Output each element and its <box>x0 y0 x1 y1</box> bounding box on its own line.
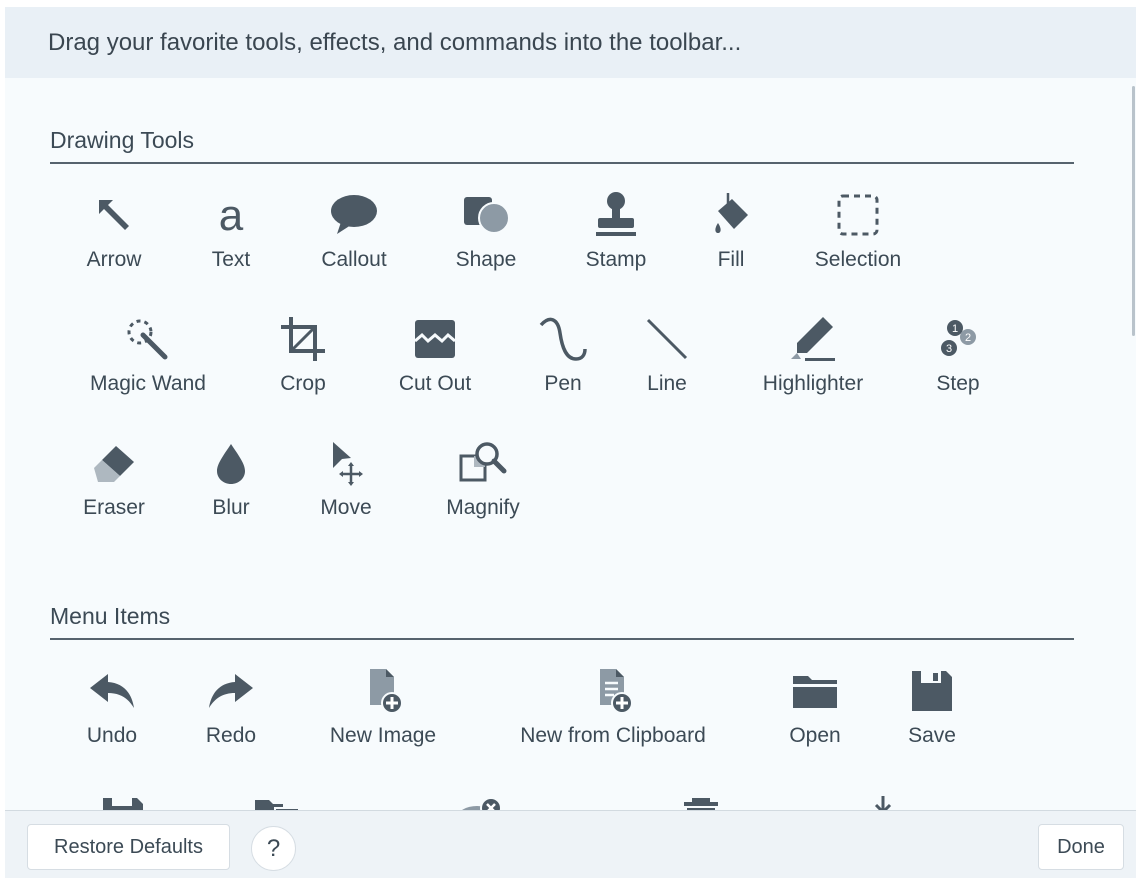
selection-icon <box>830 190 886 240</box>
tool-magic-wand[interactable]: Magic Wand <box>68 314 228 414</box>
svg-text:1: 1 <box>952 323 958 335</box>
section-title-menu-items: Menu Items <box>50 603 171 629</box>
new-from-clipboard-icon <box>585 666 641 716</box>
tool-selection[interactable]: Selection <box>778 190 938 290</box>
menu-item-new-from-clipboard[interactable]: New from Clipboard <box>520 666 706 766</box>
trash-icon[interactable] <box>678 788 734 810</box>
done-button[interactable]: Done <box>1038 824 1124 870</box>
crop-icon <box>275 314 331 364</box>
arrow-icon <box>86 190 142 240</box>
header-instructions: Drag your favorite tools, effects, and c… <box>48 29 742 56</box>
menu-item-redo[interactable]: Redo <box>151 666 311 766</box>
menu-item-label: Redo <box>205 724 257 747</box>
menu-item-new-image[interactable]: New Image <box>303 666 463 766</box>
dialog-header: Drag your favorite tools, effects, and c… <box>5 7 1136 78</box>
menu-item-save[interactable]: Save <box>852 666 1012 766</box>
tool-move[interactable]: Move <box>266 438 426 538</box>
highlighter-icon <box>785 314 841 364</box>
tool-highlighter[interactable]: Highlighter <box>733 314 893 414</box>
line-icon <box>639 314 695 364</box>
tool-step[interactable]: 1 2 3 Step <box>878 314 1038 414</box>
shape-icon <box>458 190 514 240</box>
delete-cloud-icon[interactable] <box>455 788 511 810</box>
tool-label: Magnify <box>446 496 520 519</box>
section-divider <box>50 162 1074 164</box>
folder-copy-icon[interactable] <box>253 788 309 810</box>
undo-icon <box>84 666 140 716</box>
callout-icon <box>326 190 382 240</box>
tool-label: Line <box>647 372 687 395</box>
dialog-footer: Restore Defaults ? Done <box>5 810 1136 878</box>
blur-icon <box>203 438 259 488</box>
tool-label: Step <box>936 372 980 395</box>
tool-label: Magic Wand <box>90 372 206 395</box>
tool-label: Move <box>320 496 372 519</box>
pen-icon <box>535 314 591 364</box>
menu-item-label: New from Clipboard <box>520 724 706 747</box>
magnify-icon <box>455 438 511 488</box>
magic-wand-icon <box>120 314 176 364</box>
new-image-icon <box>355 666 411 716</box>
download-icon[interactable] <box>860 788 916 810</box>
help-button[interactable]: ? <box>251 826 296 871</box>
svg-text:a: a <box>219 192 244 238</box>
tool-label: Selection <box>814 248 902 271</box>
restore-defaults-button[interactable]: Restore Defaults <box>27 824 230 870</box>
tool-label: Highlighter <box>762 372 864 395</box>
step-icon: 1 2 3 <box>930 314 986 364</box>
save-icon <box>904 666 960 716</box>
svg-text:2: 2 <box>965 332 971 344</box>
menu-item-label: Save <box>908 724 956 747</box>
save-as-icon[interactable] <box>100 788 156 810</box>
svg-text:3: 3 <box>946 343 952 355</box>
move-icon <box>318 438 374 488</box>
customize-toolbar-dialog: Drag your favorite tools, effects, and c… <box>5 7 1136 878</box>
tool-line[interactable]: Line <box>587 314 747 414</box>
tools-panel: Drawing Tools Arrow a Text Callout Shape… <box>5 78 1136 810</box>
section-divider <box>50 638 1074 640</box>
scrollbar-thumb[interactable] <box>1132 86 1135 336</box>
section-title-drawing-tools: Drawing Tools <box>50 127 195 153</box>
fill-icon <box>703 190 759 240</box>
eraser-icon <box>86 438 142 488</box>
menu-item-label: New Image <box>329 724 437 747</box>
stamp-icon <box>588 190 644 240</box>
text-icon: a <box>203 190 259 240</box>
top-strip <box>0 0 1136 7</box>
folder-icon <box>787 666 843 716</box>
tool-magnify[interactable]: Magnify <box>403 438 563 538</box>
redo-icon <box>203 666 259 716</box>
cut-out-icon <box>407 314 463 364</box>
